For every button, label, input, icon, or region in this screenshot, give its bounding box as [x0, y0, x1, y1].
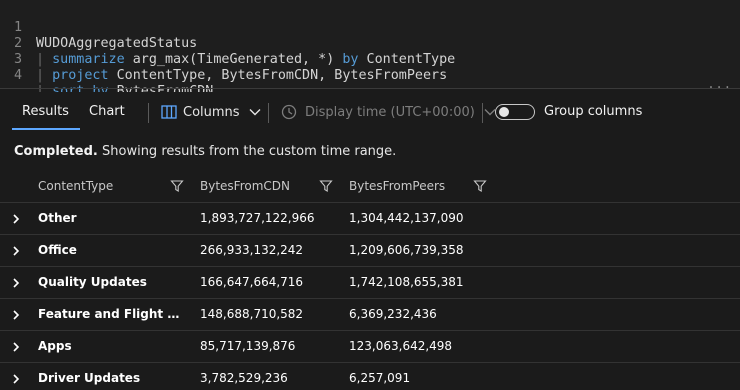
- code-text[interactable]: | summarize arg_max(TimeGenerated, *) by…: [36, 52, 455, 68]
- cell-contenttype: Driver Updates: [38, 371, 141, 385]
- code-line-3[interactable]: 3 | project ContentType, BytesFromCDN, B…: [0, 36, 447, 83]
- splitter-handle[interactable]: ...: [707, 78, 732, 90]
- cell-contenttype: Apps: [38, 339, 72, 353]
- cell-contenttype: Feature and Flight Upd...: [38, 307, 184, 321]
- cell-bytesfromcdn: 1,893,727,122,966: [200, 211, 315, 225]
- cell-bytesfrompeers: 1,209,606,739,358: [349, 243, 464, 257]
- table-row[interactable]: Office 266,933,132,242 1,209,606,739,358: [0, 235, 740, 267]
- code-fragment: arg_max(TimeGenerated, *): [124, 52, 343, 67]
- chevron-right-icon[interactable]: [10, 341, 22, 353]
- tab-results[interactable]: Results: [22, 92, 69, 132]
- chevron-right-icon[interactable]: [10, 309, 22, 321]
- column-header-bytesfromcdn[interactable]: BytesFromCDN: [200, 170, 290, 202]
- toolbar-divider: [148, 103, 149, 123]
- query-editor[interactable]: 1 WUDOAggregatedStatus 2 | summarize arg…: [0, 0, 740, 99]
- columns-label: Columns: [183, 104, 240, 120]
- pane-splitter[interactable]: [0, 88, 740, 89]
- toolbar-divider: [268, 103, 269, 123]
- query-status: Completed. Showing results from the cust…: [14, 143, 396, 161]
- code-line-2[interactable]: 2 | summarize arg_max(TimeGenerated, *) …: [0, 20, 455, 67]
- column-header-contenttype[interactable]: ContentType: [38, 170, 113, 202]
- grid-header: ContentType BytesFromCDN BytesFromPeers: [0, 170, 740, 203]
- status-message: Showing results from the custom time ran…: [97, 144, 397, 159]
- chevron-right-icon[interactable]: [10, 277, 22, 289]
- cell-bytesfrompeers: 6,257,091: [349, 371, 411, 385]
- display-time-label: Display time (UTC+00:00): [305, 104, 475, 120]
- cell-bytesfrompeers: 123,063,642,498: [349, 339, 453, 353]
- cell-bytesfromcdn: 148,688,710,582: [200, 307, 304, 321]
- code-text[interactable]: | project ContentType, BytesFromCDN, Byt…: [36, 68, 447, 84]
- table-row[interactable]: Apps 85,717,139,876 123,063,642,498: [0, 331, 740, 363]
- filter-icon[interactable]: [319, 179, 333, 193]
- column-header-bytesfrompeers[interactable]: BytesFromPeers: [349, 170, 445, 202]
- group-columns-toggle[interactable]: [495, 104, 535, 120]
- toggle-knob: [499, 107, 509, 117]
- columns-icon: [161, 105, 177, 119]
- cell-bytesfrompeers: 6,369,232,436: [349, 307, 437, 321]
- keyword: project: [52, 68, 109, 83]
- toolbar-divider: [482, 103, 483, 123]
- keyword: summarize: [52, 52, 125, 67]
- display-time-dropdown[interactable]: Display time (UTC+00:00): [281, 92, 497, 132]
- group-columns-label: Group columns: [544, 104, 643, 119]
- code-line-4[interactable]: 4 | sort by BytesFromCDN: [0, 52, 213, 99]
- cell-bytesfrompeers: 1,742,108,655,381: [349, 275, 464, 289]
- pipe-operator: |: [36, 52, 53, 67]
- chevron-down-icon: [249, 109, 261, 116]
- code-fragment: ContentType, BytesFromCDN, BytesFromPeer…: [108, 68, 448, 83]
- chevron-right-icon[interactable]: [10, 245, 22, 257]
- cell-bytesfromcdn: 3,782,529,236: [200, 371, 288, 385]
- columns-button[interactable]: Columns: [161, 92, 262, 132]
- cell-contenttype: Office: [38, 243, 77, 257]
- table-row[interactable]: Quality Updates 166,647,664,716 1,742,10…: [0, 267, 740, 299]
- code-fragment: ContentType: [358, 52, 456, 67]
- cell-contenttype: Quality Updates: [38, 275, 147, 289]
- filter-icon[interactable]: [170, 179, 184, 193]
- status-completed: Completed.: [14, 144, 98, 159]
- clock-icon: [281, 104, 297, 120]
- table-row[interactable]: Other 1,893,727,122,966 1,304,442,137,09…: [0, 203, 740, 235]
- cell-contenttype: Other: [38, 211, 77, 225]
- chevron-right-icon[interactable]: [10, 213, 22, 225]
- active-tab-indicator: [12, 128, 80, 130]
- cell-bytesfromcdn: 166,647,664,716: [200, 275, 304, 289]
- table-row[interactable]: Feature and Flight Upd... 148,688,710,58…: [0, 299, 740, 331]
- code-text[interactable]: WUDOAggregatedStatus: [36, 36, 197, 52]
- filter-icon[interactable]: [473, 179, 487, 193]
- chevron-right-icon[interactable]: [10, 373, 22, 385]
- tab-chart[interactable]: Chart: [89, 92, 125, 132]
- cell-bytesfrompeers: 1,304,442,137,090: [349, 211, 464, 225]
- line-number: 4: [13, 68, 22, 83]
- table-row[interactable]: Driver Updates 3,782,529,236 6,257,091: [0, 363, 740, 390]
- cell-bytesfromcdn: 85,717,139,876: [200, 339, 296, 353]
- cell-bytesfromcdn: 266,933,132,242: [200, 243, 304, 257]
- pipe-operator: |: [36, 68, 53, 83]
- keyword: by: [342, 52, 359, 67]
- code-line-1[interactable]: 1 WUDOAggregatedStatus: [0, 4, 197, 51]
- results-toolbar: Results Chart Columns Display time (UTC+…: [0, 92, 740, 132]
